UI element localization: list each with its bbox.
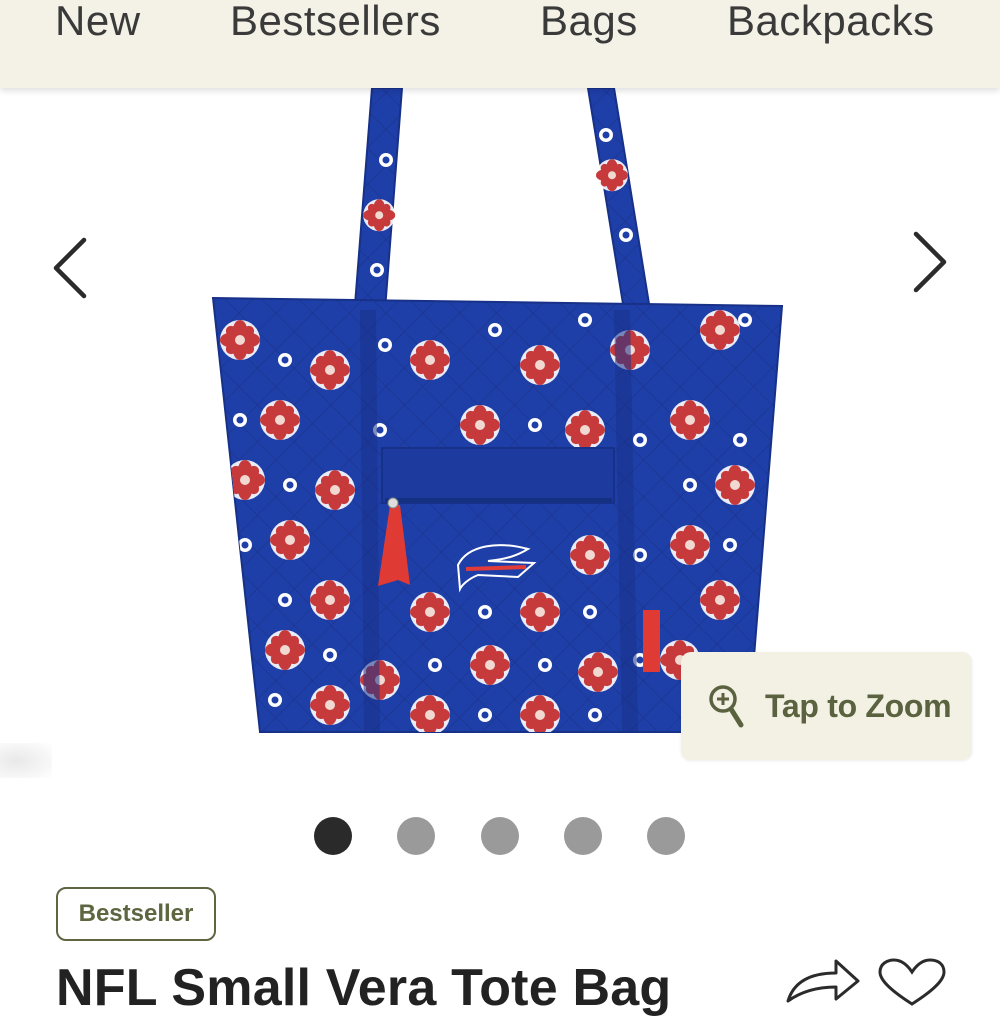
carousel-dot-3[interactable] <box>481 817 519 855</box>
share-arrow-icon[interactable] <box>782 955 862 1010</box>
chevron-right-icon[interactable] <box>898 222 958 302</box>
nav-item-bestsellers[interactable]: Bestsellers <box>230 0 441 46</box>
carousel-dot-5[interactable] <box>647 817 685 855</box>
nav-item-backpacks[interactable]: Backpacks <box>727 0 935 46</box>
nav-item-bags[interactable]: Bags <box>540 0 638 46</box>
carousel-dot-1[interactable] <box>314 817 352 855</box>
tap-to-zoom-button[interactable]: Tap to Zoom <box>681 652 972 760</box>
carousel-dots <box>0 817 1000 857</box>
category-nav: New Bestsellers Bags Backpacks <box>0 0 1000 88</box>
edge-fade <box>0 743 52 778</box>
tap-to-zoom-label: Tap to Zoom <box>765 687 952 724</box>
heart-icon[interactable] <box>876 958 948 1013</box>
chevron-left-icon[interactable] <box>42 228 102 308</box>
bestseller-badge: Bestseller <box>56 887 216 941</box>
product-title: NFL Small Vera Tote Bag <box>56 959 672 1017</box>
zoom-in-icon <box>709 685 744 728</box>
nav-item-new[interactable]: New <box>55 0 141 46</box>
carousel-dot-2[interactable] <box>397 817 435 855</box>
carousel-dot-4[interactable] <box>564 817 602 855</box>
